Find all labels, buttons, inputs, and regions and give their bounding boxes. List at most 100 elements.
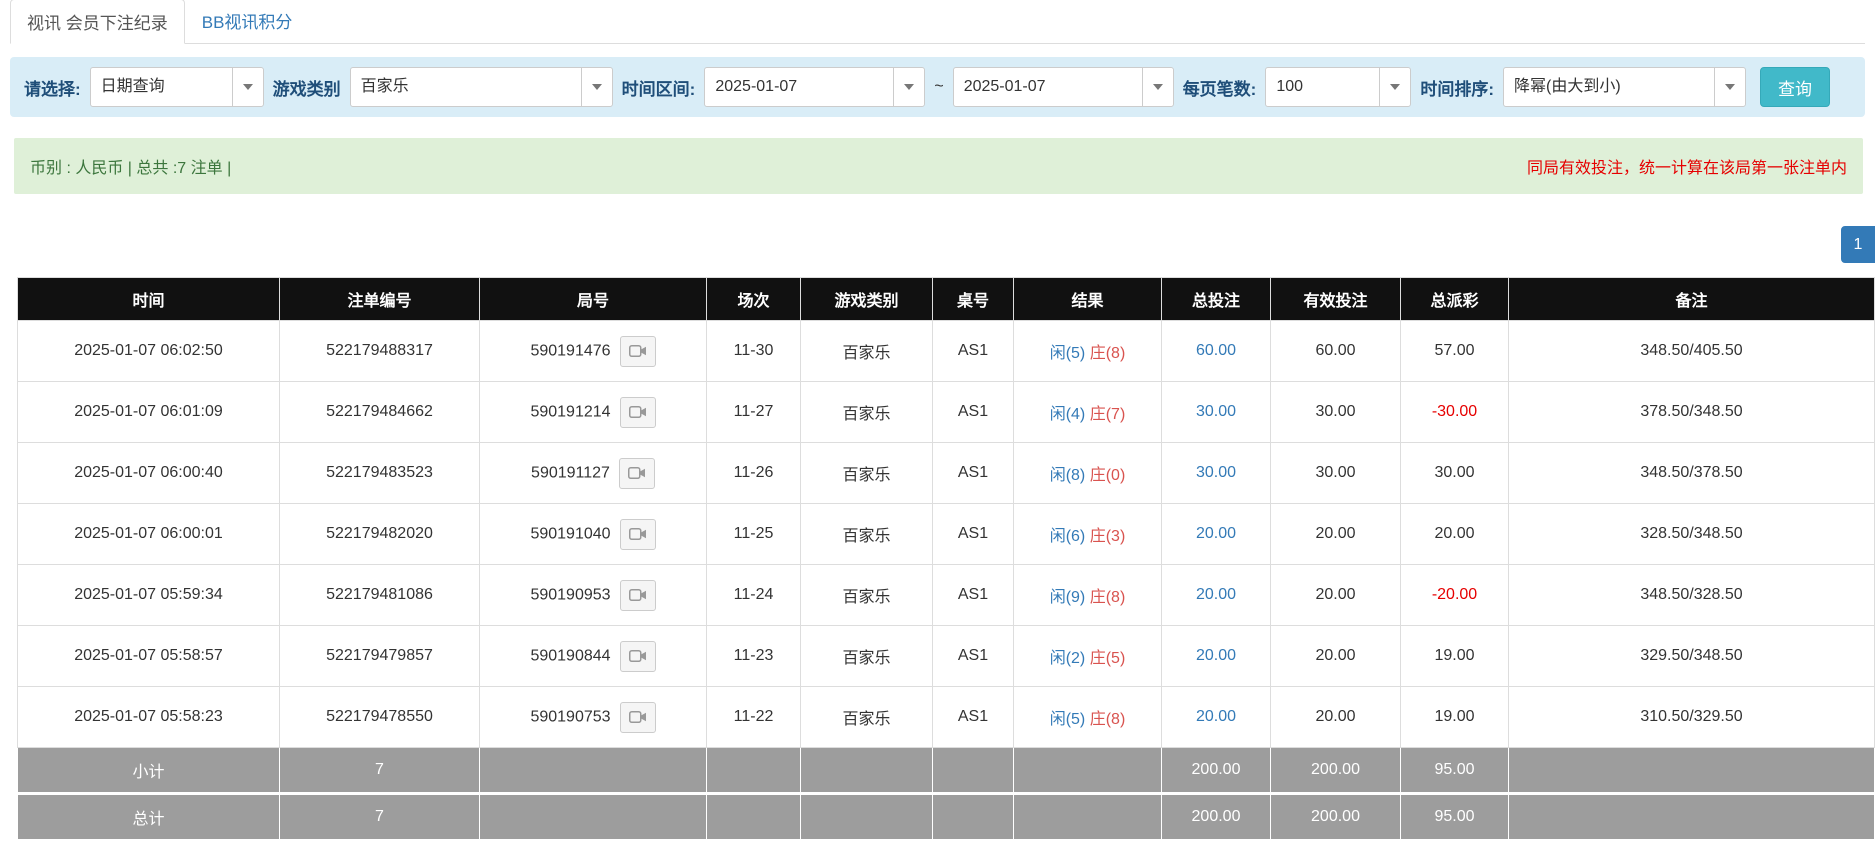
total-bet-cell: 20.00 bbox=[1162, 687, 1271, 748]
total-bet-link[interactable]: 60.00 bbox=[1196, 342, 1236, 359]
payout-cell: 19.00 bbox=[1401, 687, 1509, 748]
grand-total-total-bet: 200.00 bbox=[1162, 794, 1271, 840]
table-row: 2025-01-07 06:00:40 522179483523 5901911… bbox=[18, 443, 1875, 504]
total-bet-cell: 20.00 bbox=[1162, 565, 1271, 626]
round-id: 590191040 bbox=[530, 525, 610, 542]
time-cell: 2025-01-07 05:58:23 bbox=[18, 687, 280, 748]
bet-id-cell: 522179482020 bbox=[280, 504, 480, 565]
date-from-value: 2025-01-07 bbox=[705, 68, 893, 106]
search-button[interactable]: 查询 bbox=[1760, 67, 1830, 107]
payout-cell: 30.00 bbox=[1401, 443, 1509, 504]
date-to-select[interactable]: 2025-01-07 bbox=[953, 67, 1174, 107]
session-cell: 11-27 bbox=[707, 382, 801, 443]
table-no-cell: AS1 bbox=[933, 443, 1014, 504]
total-bet-link[interactable]: 30.00 bbox=[1196, 403, 1236, 420]
game-type-cell: 百家乐 bbox=[801, 443, 933, 504]
remark-cell: 348.50/328.50 bbox=[1509, 565, 1875, 626]
page-size-select[interactable]: 100 bbox=[1265, 67, 1411, 107]
result-cell: 闲(5) 庄(8) bbox=[1014, 321, 1162, 382]
sort-order-select[interactable]: 降幂(由大到小) bbox=[1503, 67, 1746, 107]
valid-bet-cell: 30.00 bbox=[1271, 382, 1401, 443]
game-type-select[interactable]: 百家乐 bbox=[350, 67, 613, 107]
page-1-button[interactable]: 1 bbox=[1841, 226, 1875, 263]
round-cell: 590191040 bbox=[480, 504, 707, 565]
video-camera-icon bbox=[629, 588, 647, 602]
valid-bet-cell: 20.00 bbox=[1271, 504, 1401, 565]
session-cell: 11-26 bbox=[707, 443, 801, 504]
total-bet-link[interactable]: 20.00 bbox=[1196, 708, 1236, 725]
total-bet-link[interactable]: 20.00 bbox=[1196, 525, 1236, 542]
subtotal-row: 小计 7 200.00 200.00 95.00 bbox=[18, 748, 1875, 794]
session-cell: 11-22 bbox=[707, 687, 801, 748]
video-camera-icon bbox=[629, 527, 647, 541]
bet-id-cell: 522179488317 bbox=[280, 321, 480, 382]
result-cell: 闲(8) 庄(0) bbox=[1014, 443, 1162, 504]
banker-result: 庄(0) bbox=[1090, 467, 1126, 484]
round-replay-button[interactable] bbox=[620, 702, 656, 733]
chevron-down-icon[interactable] bbox=[1714, 68, 1745, 106]
empty-cell bbox=[480, 794, 707, 840]
date-from-select[interactable]: 2025-01-07 bbox=[704, 67, 925, 107]
round-replay-button[interactable] bbox=[620, 580, 656, 611]
query-type-label: 请选择: bbox=[24, 75, 81, 100]
game-type-cell: 百家乐 bbox=[801, 687, 933, 748]
total-bet-cell: 20.00 bbox=[1162, 504, 1271, 565]
player-result: 闲(8) bbox=[1050, 467, 1086, 484]
tab-bb-video-points[interactable]: BB视讯积分 bbox=[185, 0, 310, 43]
round-replay-button[interactable] bbox=[619, 458, 655, 489]
payout-cell: 19.00 bbox=[1401, 626, 1509, 687]
table-row: 2025-01-07 05:59:34 522179481086 5901909… bbox=[18, 565, 1875, 626]
bet-id-cell: 522179479857 bbox=[280, 626, 480, 687]
round-replay-button[interactable] bbox=[620, 519, 656, 550]
header-bet-id: 注单编号 bbox=[280, 278, 480, 321]
bet-id-cell: 522179478550 bbox=[280, 687, 480, 748]
remark-cell: 348.50/405.50 bbox=[1509, 321, 1875, 382]
banker-result: 庄(5) bbox=[1090, 650, 1126, 667]
table-row: 2025-01-07 06:02:50 522179488317 5901914… bbox=[18, 321, 1875, 382]
game-type-label: 游戏类别 bbox=[273, 75, 341, 100]
chevron-down-icon[interactable] bbox=[232, 68, 263, 106]
remark-cell: 378.50/348.50 bbox=[1509, 382, 1875, 443]
tab-bar: 视讯 会员下注纪录 BB视讯积分 bbox=[10, 0, 1865, 44]
banker-result: 庄(8) bbox=[1090, 345, 1126, 362]
valid-bet-cell: 20.00 bbox=[1271, 687, 1401, 748]
payout-cell: -20.00 bbox=[1401, 565, 1509, 626]
chevron-down-icon[interactable] bbox=[581, 68, 612, 106]
game-type-cell: 百家乐 bbox=[801, 382, 933, 443]
chevron-down-icon[interactable] bbox=[1379, 68, 1410, 106]
round-id: 590190753 bbox=[530, 708, 610, 725]
result-cell: 闲(5) 庄(8) bbox=[1014, 687, 1162, 748]
bet-id-cell: 522179483523 bbox=[280, 443, 480, 504]
table-row: 2025-01-07 06:00:01 522179482020 5901910… bbox=[18, 504, 1875, 565]
total-bet-link[interactable]: 30.00 bbox=[1196, 464, 1236, 481]
player-result: 闲(9) bbox=[1050, 589, 1086, 606]
tab-betting-records[interactable]: 视讯 会员下注纪录 bbox=[10, 0, 185, 44]
session-cell: 11-24 bbox=[707, 565, 801, 626]
chevron-down-icon[interactable] bbox=[1142, 68, 1173, 106]
round-id: 590190953 bbox=[530, 586, 610, 603]
total-bet-link[interactable]: 20.00 bbox=[1196, 586, 1236, 603]
table-row: 2025-01-07 06:01:09 522179484662 5901912… bbox=[18, 382, 1875, 443]
time-cell: 2025-01-07 05:59:34 bbox=[18, 565, 280, 626]
header-payout: 总派彩 bbox=[1401, 278, 1509, 321]
session-cell: 11-30 bbox=[707, 321, 801, 382]
round-replay-button[interactable] bbox=[620, 397, 656, 428]
header-remark: 备注 bbox=[1509, 278, 1875, 321]
chevron-down-icon[interactable] bbox=[893, 68, 924, 106]
round-cell: 590191214 bbox=[480, 382, 707, 443]
round-replay-button[interactable] bbox=[620, 641, 656, 672]
query-type-select[interactable]: 日期查询 bbox=[90, 67, 264, 107]
time-cell: 2025-01-07 06:00:01 bbox=[18, 504, 280, 565]
sort-order-label: 时间排序: bbox=[1420, 75, 1494, 100]
result-cell: 闲(6) 庄(3) bbox=[1014, 504, 1162, 565]
currency-total-text: 币别 : 人民币 | 总共 :7 注单 | bbox=[30, 154, 231, 178]
total-bet-link[interactable]: 20.00 bbox=[1196, 647, 1236, 664]
grand-total-row: 总计 7 200.00 200.00 95.00 bbox=[18, 794, 1875, 840]
round-replay-button[interactable] bbox=[620, 336, 656, 367]
time-cell: 2025-01-07 06:02:50 bbox=[18, 321, 280, 382]
valid-bet-cell: 60.00 bbox=[1271, 321, 1401, 382]
header-game-type: 游戏类别 bbox=[801, 278, 933, 321]
empty-cell bbox=[801, 794, 933, 840]
bet-records-table-wrap: 时间 注单编号 局号 场次 游戏类别 桌号 结果 总投注 有效投注 总派彩 备注… bbox=[17, 277, 1875, 840]
table-no-cell: AS1 bbox=[933, 626, 1014, 687]
